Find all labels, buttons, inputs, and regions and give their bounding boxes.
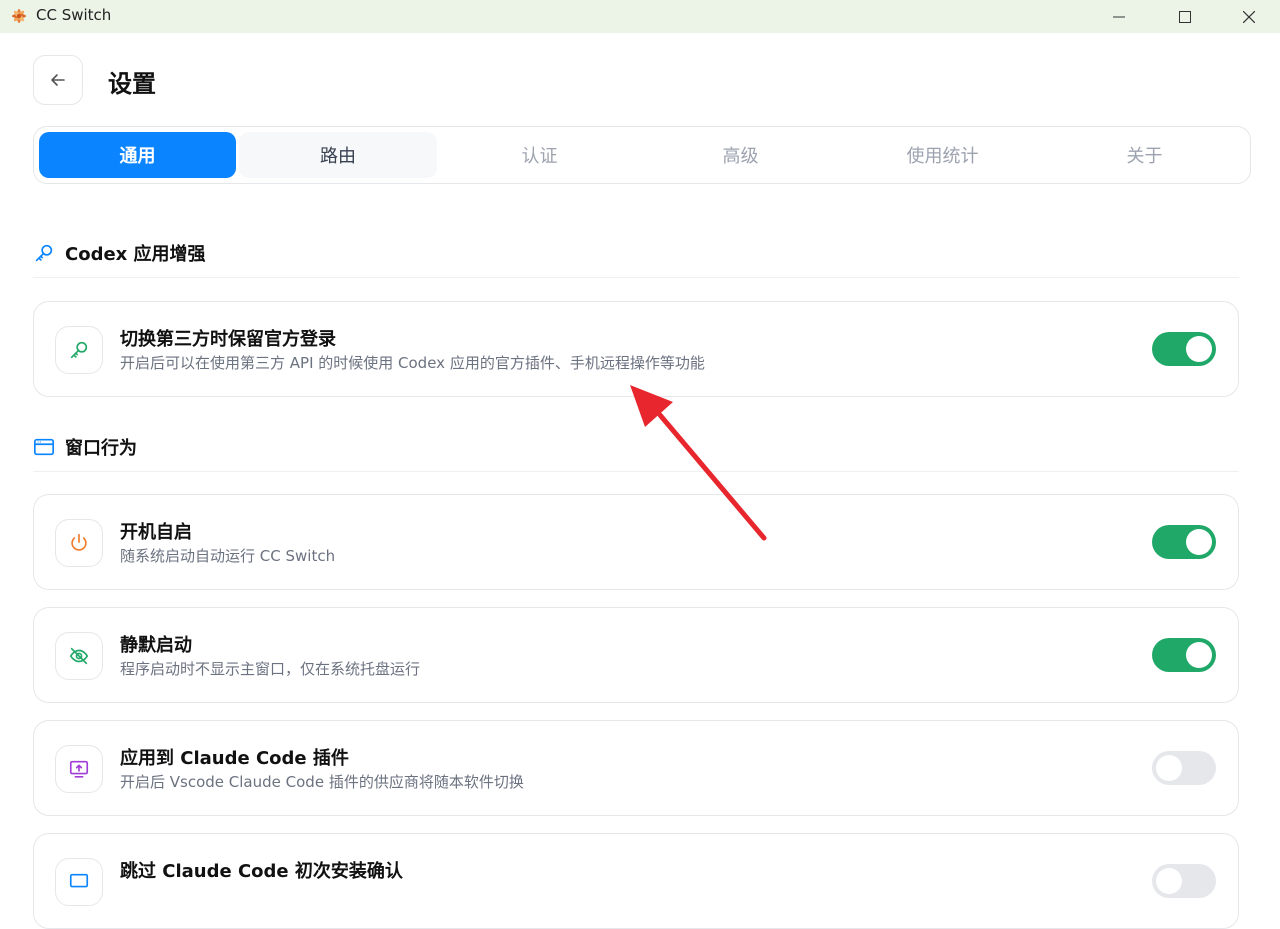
minimize-button[interactable] (1094, 0, 1144, 33)
launch-at-startup-toggle[interactable] (1152, 525, 1216, 559)
setting-description: 随系统启动自动运行 CC Switch (120, 547, 336, 565)
toggle-knob (1186, 642, 1212, 668)
key-icon (35, 244, 53, 262)
setting-icon-box (55, 632, 103, 680)
close-icon (1243, 10, 1255, 23)
maximize-button[interactable] (1160, 0, 1210, 33)
toggle-knob (1156, 755, 1182, 781)
minimize-icon (1113, 16, 1125, 17)
toggle-knob (1186, 529, 1212, 555)
arrow-left-icon (51, 74, 65, 86)
tab-routing[interactable]: 路由 (239, 132, 437, 178)
key-icon (70, 341, 88, 359)
title-bar: CC Switch (0, 0, 1280, 33)
setting-title: 跳过 Claude Code 初次安装确认 (120, 861, 403, 882)
setting-apply-claude-code-plugin: 应用到 Claude Code 插件 开启后 Vscode Claude Cod… (33, 720, 1239, 816)
back-button[interactable] (33, 55, 83, 105)
monitor-upload-icon (69, 760, 89, 778)
eye-off-icon (69, 647, 89, 665)
tab-auth[interactable]: 认证 (441, 132, 638, 178)
close-button[interactable] (1224, 0, 1274, 33)
tab-advanced[interactable]: 高级 (642, 132, 839, 178)
setting-description: 程序启动时不显示主窗口，仅在系统托盘运行 (120, 660, 421, 678)
setting-icon-box (55, 326, 103, 374)
keep-official-login-toggle[interactable] (1152, 332, 1216, 366)
setting-title: 切换第三方时保留官方登录 (120, 329, 336, 350)
toggle-knob (1186, 336, 1212, 362)
setting-icon-box (55, 519, 103, 567)
app-logo-icon (12, 9, 26, 23)
setting-title: 静默启动 (120, 635, 192, 656)
setting-description: 开启后 Vscode Claude Code 插件的供应商将随本软件切换 (120, 773, 524, 791)
page-title: 设置 (108, 70, 156, 98)
apply-claude-code-plugin-toggle[interactable] (1152, 751, 1216, 785)
divider (33, 277, 1239, 278)
section-title: 窗口行为 (65, 438, 137, 459)
tab-general[interactable]: 通用 (39, 132, 236, 178)
setting-skip-claude-code-confirm: 跳过 Claude Code 初次安装确认 (33, 833, 1239, 929)
setting-icon-box (55, 745, 103, 793)
setting-description: 开启后可以在使用第三方 API 的时候使用 Codex 应用的官方插件、手机远程… (120, 354, 705, 372)
divider (33, 471, 1239, 472)
tab-about[interactable]: 关于 (1046, 132, 1243, 178)
tab-usage-stats[interactable]: 使用统计 (844, 132, 1041, 178)
setting-icon-box (55, 858, 103, 906)
toggle-knob (1156, 868, 1182, 894)
setting-title: 应用到 Claude Code 插件 (120, 748, 349, 769)
settings-tabs: 通用 路由 认证 高级 使用统计 关于 (33, 126, 1251, 184)
setting-silent-start: 静默启动 程序启动时不显示主窗口，仅在系统托盘运行 (33, 607, 1239, 703)
app-window-icon (34, 438, 54, 456)
section-window-header: 窗口行为 (33, 434, 137, 460)
silent-start-toggle[interactable] (1152, 638, 1216, 672)
maximize-icon (1179, 10, 1191, 23)
setting-title: 开机自启 (120, 522, 192, 543)
skip-claude-code-confirm-toggle[interactable] (1152, 864, 1216, 898)
setting-keep-official-login: 切换第三方时保留官方登录 开启后可以在使用第三方 API 的时候使用 Codex… (33, 301, 1239, 397)
setting-launch-at-startup: 开机自启 随系统启动自动运行 CC Switch (33, 494, 1239, 590)
section-codex-header: Codex 应用增强 (33, 240, 206, 266)
window-title: CC Switch (36, 6, 112, 24)
section-title: Codex 应用增强 (65, 244, 206, 265)
power-icon (71, 533, 87, 551)
